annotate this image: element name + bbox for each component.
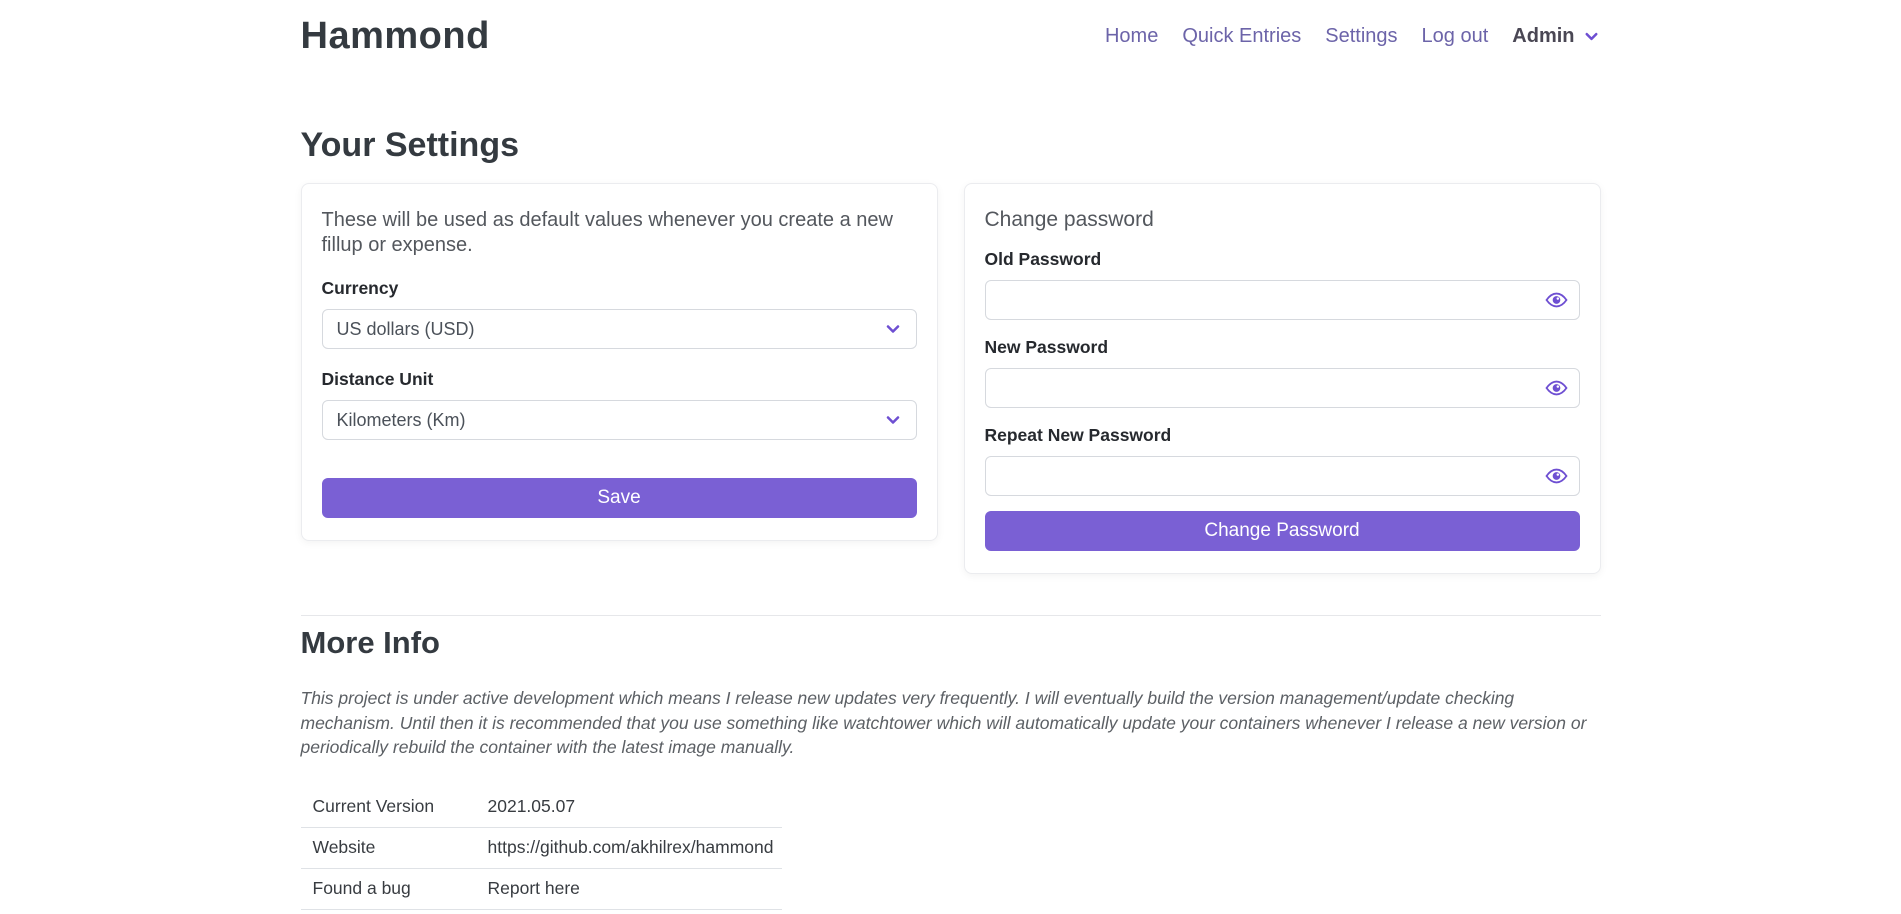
toggle-old-password-visibility[interactable] xyxy=(1545,289,1568,312)
repeat-password-input-wrap xyxy=(985,456,1580,496)
brand-logo[interactable]: Hammond xyxy=(301,15,490,58)
page-title: Your Settings xyxy=(301,126,1601,165)
report-bug-link[interactable]: Report here xyxy=(476,878,580,899)
nav-item-logout[interactable]: Log out xyxy=(1422,25,1489,48)
old-password-input-wrap xyxy=(985,280,1580,320)
info-label-found-a-bug: Found a bug xyxy=(301,878,476,899)
toggle-new-password-visibility[interactable] xyxy=(1545,377,1568,400)
admin-dropdown-label: Admin xyxy=(1512,25,1574,48)
table-row: Current Version 2021.05.07 xyxy=(301,787,782,828)
nav-item-home[interactable]: Home xyxy=(1105,25,1158,48)
settings-cards: These will be used as default values whe… xyxy=(301,183,1601,574)
table-row: Found a bug Report here xyxy=(301,869,782,910)
nav-item-settings[interactable]: Settings xyxy=(1325,25,1397,48)
currency-label: Currency xyxy=(322,278,917,299)
info-table: Current Version 2021.05.07 Website https… xyxy=(301,787,782,914)
distance-unit-select[interactable]: Kilometers (Km) xyxy=(322,400,917,440)
change-password-button[interactable]: Change Password xyxy=(985,511,1580,551)
new-password-input[interactable] xyxy=(985,368,1580,408)
new-password-input-wrap xyxy=(985,368,1580,408)
admin-dropdown[interactable]: Admin xyxy=(1512,25,1600,48)
distance-unit-select-value: Kilometers (Km) xyxy=(337,410,466,431)
table-row: Feature Request Request here xyxy=(301,910,782,914)
currency-select-value: US dollars (USD) xyxy=(337,319,475,340)
new-password-label: New Password xyxy=(985,337,1580,358)
change-password-title: Change password xyxy=(985,208,1580,232)
eye-icon xyxy=(1545,289,1568,312)
repeat-password-group: Repeat New Password xyxy=(985,425,1580,496)
chevron-down-icon xyxy=(1582,27,1601,46)
old-password-label: Old Password xyxy=(985,249,1580,270)
new-password-group: New Password xyxy=(985,337,1580,408)
header: Hammond Home Quick Entries Settings Log … xyxy=(301,0,1601,60)
repeat-password-label: Repeat New Password xyxy=(985,425,1580,446)
toggle-repeat-password-visibility[interactable] xyxy=(1545,465,1568,488)
defaults-card: These will be used as default values whe… xyxy=(301,183,938,541)
eye-icon xyxy=(1545,377,1568,400)
currency-select[interactable]: US dollars (USD) xyxy=(322,309,917,349)
info-label-website: Website xyxy=(301,837,476,858)
nav-item-quick-entries[interactable]: Quick Entries xyxy=(1182,25,1301,48)
repeat-password-input[interactable] xyxy=(985,456,1580,496)
section-divider xyxy=(301,615,1601,616)
chevron-down-icon xyxy=(883,410,903,430)
development-note: This project is under active development… xyxy=(301,686,1601,760)
old-password-group: Old Password xyxy=(985,249,1580,320)
change-password-card: Change password Old Password New Passwor… xyxy=(964,183,1601,574)
main-container: Hammond Home Quick Entries Settings Log … xyxy=(301,0,1601,914)
main-nav: Home Quick Entries Settings Log out Admi… xyxy=(1105,25,1601,48)
save-button[interactable]: Save xyxy=(322,478,917,518)
info-value-current-version: 2021.05.07 xyxy=(476,796,576,817)
more-info-title: More Info xyxy=(301,625,1601,661)
distance-unit-label: Distance Unit xyxy=(322,369,917,390)
eye-icon xyxy=(1545,465,1568,488)
defaults-description: These will be used as default values whe… xyxy=(322,208,917,258)
info-label-current-version: Current Version xyxy=(301,796,476,817)
website-link[interactable]: https://github.com/akhilrex/hammond xyxy=(476,837,774,858)
chevron-down-icon xyxy=(883,319,903,339)
table-row: Website https://github.com/akhilrex/hamm… xyxy=(301,828,782,869)
old-password-input[interactable] xyxy=(985,280,1580,320)
